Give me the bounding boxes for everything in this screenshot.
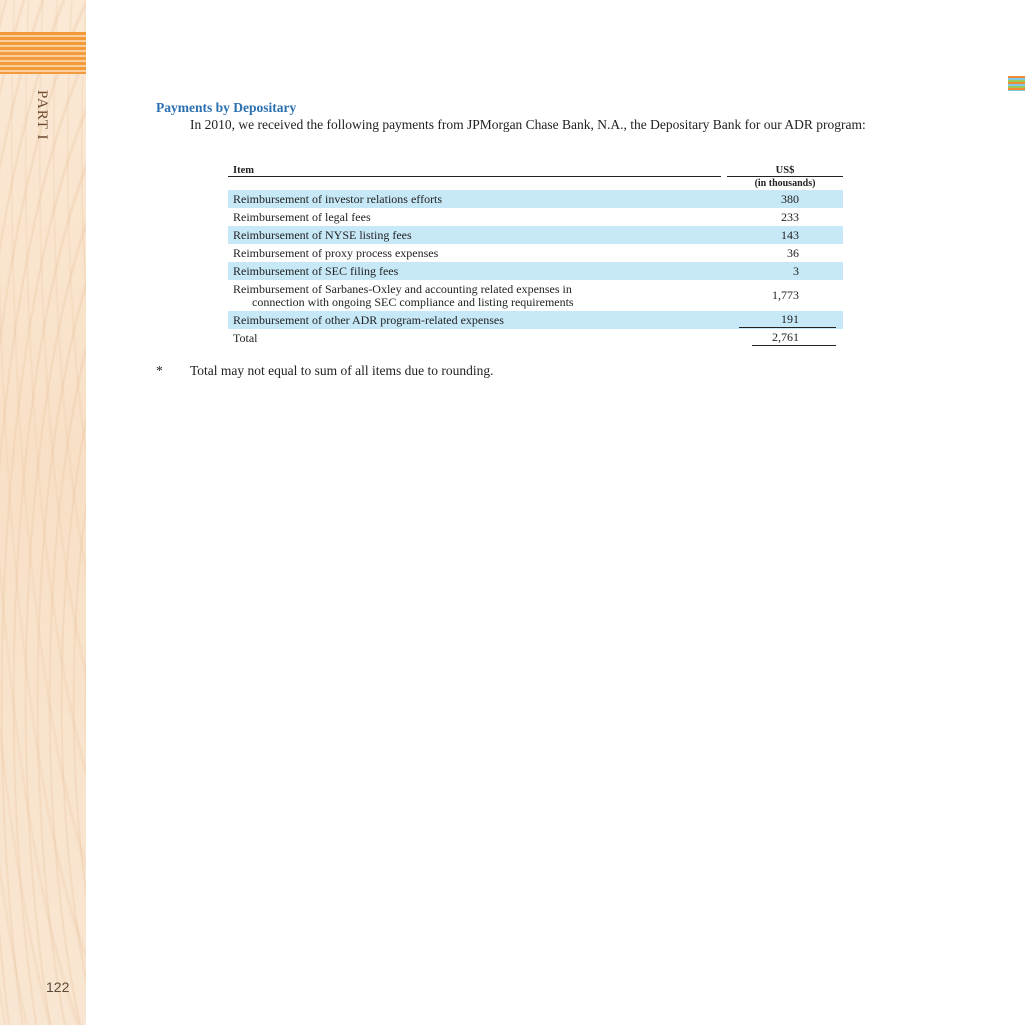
footnote-text: Total may not equal to sum of all items …: [190, 363, 494, 378]
row-value: 3: [727, 262, 843, 280]
row-value: 191: [739, 312, 836, 328]
table-row: Reimbursement of SEC filing fees 3: [228, 262, 843, 280]
column-header-item: Item: [228, 164, 721, 177]
row-value: 1,773: [772, 288, 799, 302]
table-row: Reimbursement of Sarbanes-Oxley and acco…: [228, 280, 843, 311]
table-row: Reimbursement of proxy process expenses …: [228, 244, 843, 262]
row-value: 36: [787, 245, 799, 260]
row-item: Reimbursement of legal fees: [233, 209, 371, 224]
row-item: Reimbursement of other ADR program-relat…: [228, 311, 721, 329]
decorative-side-strip: PART I 122: [0, 0, 86, 1025]
total-value: 2,761: [752, 330, 836, 346]
part-label: PART I: [34, 90, 50, 141]
table-row: Reimbursement of legal fees 233: [228, 208, 843, 226]
column-header-usd: US$: [727, 164, 843, 177]
orange-stripe-decoration: [0, 32, 86, 74]
row-item: Reimbursement of SEC filing fees: [228, 262, 721, 280]
row-item-line1: Reimbursement of Sarbanes-Oxley and acco…: [233, 281, 572, 296]
column-subheader-units: (in thousands): [754, 178, 816, 189]
table-row: Reimbursement of NYSE listing fees 143: [228, 226, 843, 244]
footnote: * Total may not equal to sum of all items…: [156, 363, 494, 379]
table-total-row: Total 2,761: [228, 329, 843, 347]
color-stripes-icon: [1008, 76, 1025, 91]
table-row: Reimbursement of investor relations effo…: [228, 190, 843, 208]
row-item: Reimbursement of Sarbanes-Oxley and acco…: [228, 280, 721, 311]
row-value: 143: [727, 226, 843, 244]
row-item: Reimbursement of investor relations effo…: [228, 190, 721, 208]
section-content: Payments by Depositary In 2010, we recei…: [156, 100, 916, 133]
row-item-line2: connection with ongoing SEC compliance a…: [252, 294, 574, 309]
intro-paragraph: In 2010, we received the following payme…: [190, 117, 866, 132]
total-label: Total: [233, 330, 258, 345]
row-value: 380: [727, 190, 843, 208]
row-item: Reimbursement of proxy process expenses: [233, 245, 439, 260]
footnote-marker: *: [156, 363, 163, 378]
table-row: Reimbursement of other ADR program-relat…: [228, 311, 843, 329]
row-value: 233: [781, 209, 799, 224]
payments-table: Item US$ (in thousands) Reimbursement of…: [228, 164, 843, 347]
section-title: Payments by Depositary: [156, 100, 297, 115]
page-number: 122: [46, 979, 70, 995]
row-item: Reimbursement of NYSE listing fees: [228, 226, 721, 244]
